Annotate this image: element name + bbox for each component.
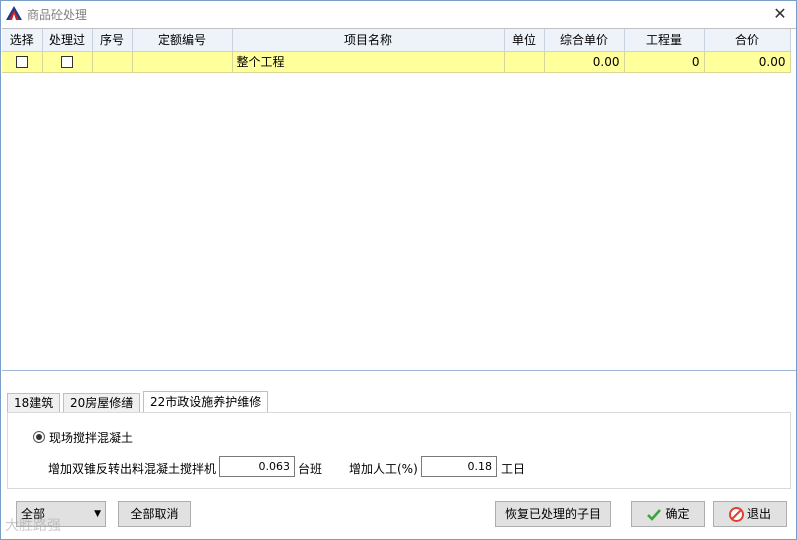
processed-checkbox[interactable] — [61, 56, 73, 68]
select-cell[interactable] — [2, 51, 43, 73]
watermark: 大胜路强 — [5, 518, 61, 534]
unit-price-cell[interactable]: 0.00 — [544, 51, 625, 73]
site-mix-radio[interactable] — [33, 431, 45, 443]
tab-18-building[interactable]: 18建筑 — [7, 393, 61, 413]
tab-20-housing-repair[interactable]: 20房屋修缮 — [63, 393, 141, 413]
column-header[interactable]: 综合单价 — [544, 29, 625, 52]
cancel-all-button[interactable]: 全部取消 — [118, 501, 191, 527]
window-title: 商品砼处理 — [27, 8, 88, 22]
column-header[interactable]: 序号 — [92, 29, 133, 52]
restore-processed-button[interactable]: 恢复已处理的子目 — [495, 501, 611, 527]
seq-cell[interactable] — [92, 51, 133, 73]
close-icon[interactable]: ✕ — [767, 3, 793, 25]
tab-panel: 现场搅拌混凝土 增加双锥反转出料混凝土搅拌机 台班 增加人工(%) 工日 — [7, 412, 791, 489]
ok-button[interactable]: 确定 — [631, 501, 705, 527]
dropdown-arrow-icon: ▼ — [94, 509, 101, 519]
checkmark-icon — [647, 508, 662, 521]
labor-percent-input[interactable] — [421, 456, 497, 477]
exit-button[interactable]: 退出 — [713, 501, 787, 527]
select-checkbox[interactable] — [15, 56, 28, 68]
app-logo-icon — [6, 6, 22, 20]
data-grid[interactable]: 选择 处理过 序号 定额编号 项目名称 单位 综合单价 工程量 合价 整个工程 … — [2, 28, 796, 371]
mixer-quantity-input[interactable] — [219, 456, 295, 477]
column-header[interactable]: 选择 — [2, 29, 43, 52]
mixer-unit-label: 台班 — [298, 462, 323, 476]
table-header: 选择 处理过 序号 定额编号 项目名称 单位 综合单价 工程量 合价 — [2, 29, 791, 52]
dialog-window: 商品砼处理 ✕ 选择 处理过 序号 定额编号 项目名称 单位 综合单价 工程量 … — [0, 0, 797, 540]
column-header[interactable]: 合价 — [704, 29, 791, 52]
table-row[interactable]: 整个工程 0.00 0 0.00 — [2, 51, 791, 73]
exit-button-label: 退出 — [746, 507, 771, 521]
column-header[interactable]: 处理过 — [42, 29, 93, 52]
column-header[interactable]: 单位 — [504, 29, 545, 52]
name-cell[interactable]: 整个工程 — [232, 51, 505, 73]
ok-button-label: 确定 — [665, 507, 690, 521]
items-table: 选择 处理过 序号 定额编号 项目名称 单位 综合单价 工程量 合价 整个工程 … — [2, 29, 791, 73]
labor-unit-label: 工日 — [501, 462, 526, 476]
column-header[interactable]: 工程量 — [624, 29, 705, 52]
processed-cell[interactable] — [42, 51, 93, 73]
stop-icon — [728, 507, 744, 522]
column-header[interactable]: 项目名称 — [232, 29, 505, 52]
title-bar: 商品砼处理 ✕ — [1, 1, 796, 28]
code-cell[interactable] — [132, 51, 233, 73]
column-header[interactable]: 定额编号 — [132, 29, 233, 52]
labor-label: 增加人工(%) — [349, 462, 418, 476]
quantity-cell[interactable]: 0 — [624, 51, 705, 73]
mixer-label: 增加双锥反转出料混凝土搅拌机 — [48, 462, 217, 476]
total-cell[interactable]: 0.00 — [704, 51, 791, 73]
unit-cell[interactable] — [504, 51, 545, 73]
tab-22-municipal-maintenance[interactable]: 22市政设施养护维修 — [143, 391, 269, 413]
site-mix-label[interactable]: 现场搅拌混凝土 — [49, 429, 133, 446]
